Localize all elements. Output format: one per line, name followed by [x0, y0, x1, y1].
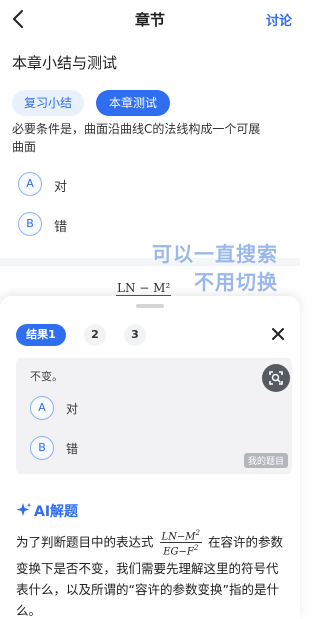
option-letter: A — [30, 396, 54, 420]
section-title: 本章小结与测试 — [12, 54, 118, 72]
scan-icon[interactable] — [262, 364, 290, 392]
fraction-numerator: LN−M — [161, 531, 196, 543]
option-label: 对 — [54, 180, 68, 195]
question-text-line: 必要条件是，曲面沿曲线C的法线构成一个可展 — [12, 122, 261, 136]
top-nav-bar: 章节 讨论 — [0, 0, 300, 38]
close-icon[interactable] — [270, 326, 286, 342]
result-tab-1[interactable]: 结果1 — [16, 324, 66, 346]
option-label: 对 — [66, 402, 79, 416]
option-label: 错 — [54, 220, 68, 235]
formula-text: LN − M² — [116, 281, 172, 296]
promo-overlay-line: 不用切换 — [194, 270, 278, 294]
discuss-link[interactable]: 讨论 — [266, 10, 292, 29]
tab-review-summary[interactable]: 复习小结 — [12, 90, 84, 116]
result-card-text: 不变。 — [30, 370, 63, 383]
option-label: 错 — [66, 442, 79, 456]
formula-peek: LN − M² — [116, 281, 172, 296]
page-title: 章节 — [134, 11, 165, 29]
math-fraction: LN−M2 EG−F2 — [159, 529, 202, 558]
option-letter: A — [18, 172, 42, 196]
question-text-line: 曲面 — [12, 140, 37, 154]
search-results-sheet: 结果1 2 3 不变。 A 对 B 错 我的题目 AI解题 为了判断题目中的表达… — [0, 296, 300, 619]
result-card[interactable]: 不变。 A 对 B 错 我的题目 — [16, 358, 292, 474]
option-letter: B — [30, 436, 54, 460]
result-tab-3[interactable]: 3 — [124, 324, 146, 346]
drag-handle[interactable] — [136, 304, 164, 308]
fraction-denominator: EG−F — [163, 546, 194, 558]
my-question-tag: 我的题目 — [243, 453, 288, 468]
sparkle-icon — [16, 503, 32, 516]
ai-text-part: 为了判断题目中的表达式 — [16, 534, 154, 550]
ai-solution-text: 为了判断题目中的表达式 LN−M2 EG−F2 在容许的参数变换下是否不变，我们… — [16, 528, 288, 619]
promo-overlay-line: 可以一直搜索 — [152, 242, 278, 266]
question-text: 必要条件是，曲面沿曲线C的法线构成一个可展 曲面 — [12, 120, 292, 156]
tab-chapter-test[interactable]: 本章测试 — [96, 90, 170, 116]
option-letter: B — [18, 212, 42, 236]
ai-solution-title: AI解题 — [34, 504, 79, 520]
result-tab-2[interactable]: 2 — [84, 324, 106, 346]
